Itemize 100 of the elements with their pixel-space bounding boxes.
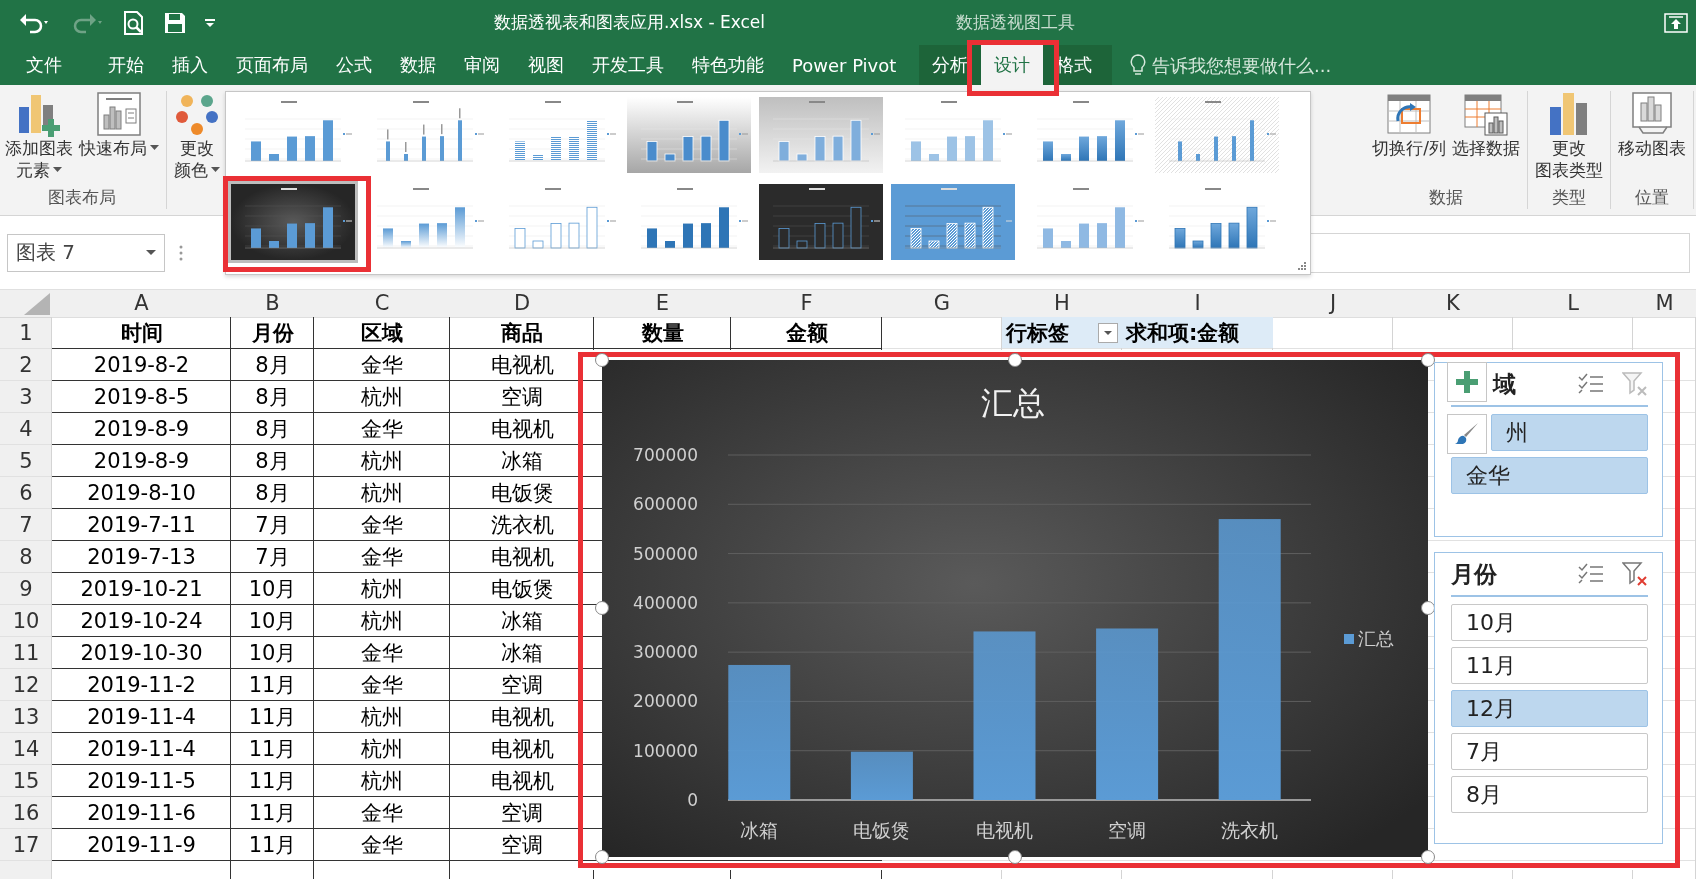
column-header[interactable]: I bbox=[1122, 290, 1273, 317]
ribbon-tab[interactable]: 设计 bbox=[981, 45, 1043, 85]
clear-filter-icon[interactable] bbox=[1622, 562, 1648, 586]
resize-handle[interactable] bbox=[595, 850, 609, 864]
ribbon-tab[interactable]: 开始 bbox=[94, 45, 158, 85]
row-header[interactable]: 1 bbox=[0, 317, 52, 349]
resize-handle[interactable] bbox=[1421, 601, 1435, 615]
slicer-title: 月份 bbox=[1451, 559, 1497, 589]
row-header[interactable]: 17 bbox=[0, 829, 52, 861]
ribbon-button[interactable]: 添加图表 元素 bbox=[3, 89, 75, 186]
slicer-item[interactable]: 7月 bbox=[1451, 733, 1648, 770]
ribbon-button[interactable]: 选择数据 bbox=[1450, 89, 1522, 186]
table-chart-icon bbox=[1463, 91, 1509, 137]
ribbon-button[interactable]: 切换行/列 bbox=[1370, 89, 1448, 186]
column-header[interactable]: A bbox=[52, 290, 231, 317]
multi-select-icon[interactable] bbox=[1578, 563, 1604, 585]
column-header[interactable]: K bbox=[1393, 290, 1513, 317]
ribbon-tab[interactable]: 分析 bbox=[919, 45, 981, 85]
row-header[interactable]: 4 bbox=[0, 413, 52, 445]
ribbon-tab[interactable]: 插入 bbox=[158, 45, 222, 85]
slicer-item[interactable]: 州 bbox=[1491, 414, 1648, 451]
table-cell-text: 11月 bbox=[247, 800, 298, 827]
chart-style-thumbnail[interactable] bbox=[228, 181, 358, 263]
column-header[interactable]: G bbox=[882, 290, 1002, 317]
ribbon-tab[interactable]: 公式 bbox=[322, 45, 386, 85]
column-header[interactable]: H bbox=[1002, 290, 1122, 317]
column-header[interactable]: D bbox=[450, 290, 594, 317]
table-cell-text: 2019-8-2 bbox=[92, 352, 191, 379]
print-preview-icon[interactable] bbox=[122, 9, 146, 36]
column-header[interactable]: C bbox=[314, 290, 450, 317]
table-cell-text: 金华 bbox=[360, 640, 404, 667]
row-header[interactable]: 15 bbox=[0, 765, 52, 797]
chart-styles-button[interactable] bbox=[1447, 414, 1487, 454]
ribbon-tab[interactable]: 页面布局 bbox=[222, 45, 322, 85]
save-icon[interactable] bbox=[164, 11, 186, 34]
chart-style-thumbnail[interactable] bbox=[756, 181, 886, 263]
ribbon-display-icon[interactable] bbox=[1664, 12, 1688, 33]
slicer-item[interactable]: 金华 bbox=[1451, 457, 1648, 494]
column-header[interactable]: J bbox=[1273, 290, 1393, 317]
column-header[interactable]: L bbox=[1513, 290, 1633, 317]
table-cell-text: 2019-10-30 bbox=[79, 640, 204, 667]
chart-style-thumbnail[interactable] bbox=[1152, 94, 1282, 176]
resize-handle[interactable] bbox=[595, 601, 609, 615]
chart-style-thumbnail[interactable] bbox=[888, 181, 1018, 263]
row-header[interactable]: 7 bbox=[0, 509, 52, 541]
multi-select-icon[interactable] bbox=[1578, 373, 1604, 395]
customize-caret-icon[interactable] bbox=[204, 17, 216, 28]
bar[interactable] bbox=[850, 751, 913, 800]
row-header[interactable]: 14 bbox=[0, 733, 52, 765]
bar[interactable] bbox=[728, 664, 791, 800]
table-cell-text: 2019-11-9 bbox=[86, 832, 197, 859]
ribbon-tab[interactable]: 视图 bbox=[514, 45, 578, 85]
ribbon-tab[interactable]: 文件 bbox=[12, 45, 76, 85]
group-label: 位置 bbox=[1635, 186, 1669, 209]
ribbon-button[interactable]: 更改 图表类型 bbox=[1533, 89, 1605, 186]
row-header[interactable]: 13 bbox=[0, 701, 52, 733]
chart-style-thumbnail[interactable] bbox=[756, 94, 886, 176]
category-label: 洗衣机 bbox=[1221, 819, 1279, 841]
chart-elements-button[interactable] bbox=[1447, 362, 1487, 402]
row-header[interactable]: 12 bbox=[0, 669, 52, 701]
ribbon-tab[interactable]: 特色功能 bbox=[678, 45, 778, 85]
table-cell-text: 电饭煲 bbox=[489, 480, 555, 507]
row-header[interactable]: 11 bbox=[0, 637, 52, 669]
ribbon-tab[interactable]: 审阅 bbox=[450, 45, 514, 85]
axis-label: 500000 bbox=[633, 543, 698, 564]
ribbon-tab[interactable]: Power Pivot bbox=[778, 45, 911, 85]
slicer-item[interactable]: 8月 bbox=[1451, 776, 1648, 813]
filter-dropdown-icon[interactable] bbox=[1098, 322, 1118, 343]
ribbon-button[interactable]: 更改 颜色 bbox=[172, 89, 222, 215]
ribbon-button[interactable]: 移动图表 bbox=[1616, 89, 1688, 186]
tell-me-field[interactable]: 告诉我您想要做什么... bbox=[1152, 54, 1472, 76]
row-header[interactable]: 5 bbox=[0, 445, 52, 477]
table-cell-text: 杭州 bbox=[360, 768, 404, 795]
ribbon-tab[interactable]: 开发工具 bbox=[578, 45, 678, 85]
ribbon-button[interactable]: 快速布局 bbox=[77, 89, 161, 186]
column-header[interactable]: M bbox=[1633, 290, 1696, 317]
column-header[interactable]: F bbox=[731, 290, 882, 317]
row-header[interactable]: 10 bbox=[0, 605, 52, 637]
table-cell-text: 2019-8-5 bbox=[92, 384, 191, 411]
row-header[interactable]: 2 bbox=[0, 349, 52, 381]
row-header[interactable]: 16 bbox=[0, 797, 52, 829]
name-box[interactable]: 图表 7 bbox=[7, 233, 165, 272]
category-label: 冰箱 bbox=[740, 819, 779, 841]
chart-title[interactable]: 汇总 bbox=[981, 384, 1045, 422]
table-cell-text: 2019-11-4 bbox=[86, 704, 197, 731]
button-label: 更改 bbox=[1552, 137, 1586, 159]
row-header[interactable]: 8 bbox=[0, 541, 52, 573]
row-header[interactable]: 9 bbox=[0, 573, 52, 605]
resize-grip-icon[interactable] bbox=[1297, 261, 1307, 271]
table-cell-text: 杭州 bbox=[360, 736, 404, 763]
column-header[interactable]: E bbox=[594, 290, 731, 317]
column-header[interactable]: B bbox=[231, 290, 314, 317]
slicer-item[interactable]: 10月 bbox=[1451, 604, 1648, 641]
slicer-item[interactable]: 12月 bbox=[1451, 690, 1648, 727]
row-header[interactable]: 6 bbox=[0, 477, 52, 509]
row-header[interactable]: 3 bbox=[0, 381, 52, 413]
resize-handle[interactable] bbox=[1421, 850, 1435, 864]
legend[interactable]: 汇总 bbox=[1344, 628, 1394, 649]
ribbon-tab[interactable]: 数据 bbox=[386, 45, 450, 85]
slicer-item[interactable]: 11月 bbox=[1451, 647, 1648, 684]
